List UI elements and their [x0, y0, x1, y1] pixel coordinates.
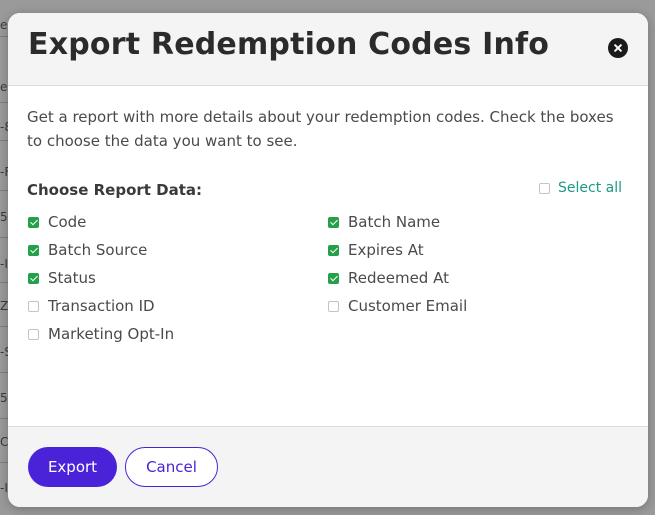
close-icon[interactable]	[608, 38, 628, 58]
option-label[interactable]: Expires At	[348, 241, 424, 259]
background-text-fragment: -I	[0, 257, 8, 271]
option-label[interactable]: Customer Email	[348, 297, 467, 315]
dialog-title: Export Redemption Codes Info	[28, 27, 550, 62]
option-label[interactable]: Transaction ID	[48, 297, 155, 315]
export-button[interactable]: Export	[28, 447, 117, 487]
export-dialog: Export Redemption Codes Info Get a repor…	[8, 13, 648, 507]
section-title: Choose Report Data:	[27, 181, 203, 199]
option-checkbox[interactable]	[28, 300, 39, 312]
select-all-checkbox[interactable]	[539, 182, 550, 194]
option-checkbox[interactable]	[28, 216, 39, 228]
option-code[interactable]: Code	[28, 212, 86, 232]
option-checkbox[interactable]	[328, 244, 339, 256]
option-label[interactable]: Status	[48, 269, 96, 287]
option-checkbox[interactable]	[328, 300, 339, 312]
option-status[interactable]: Status	[28, 268, 96, 288]
option-label[interactable]: Batch Name	[348, 213, 440, 231]
background-text-fragment: -I	[0, 481, 8, 495]
option-checkbox[interactable]	[28, 272, 39, 284]
option-customer-email[interactable]: Customer Email	[328, 296, 467, 316]
option-marketing-opt-in[interactable]: Marketing Opt-In	[28, 324, 174, 344]
option-expires-at[interactable]: Expires At	[328, 240, 424, 260]
option-redeemed-at[interactable]: Redeemed At	[328, 268, 449, 288]
dialog-footer: Export Cancel	[8, 426, 648, 507]
option-checkbox[interactable]	[328, 216, 339, 228]
option-label[interactable]: Redeemed At	[348, 269, 449, 287]
option-checkbox[interactable]	[328, 272, 339, 284]
dialog-description: Get a report with more details about you…	[27, 108, 614, 150]
cancel-button[interactable]: Cancel	[125, 447, 218, 487]
option-transaction-id[interactable]: Transaction ID	[28, 296, 155, 316]
option-batch-source[interactable]: Batch Source	[28, 240, 147, 260]
option-checkbox[interactable]	[28, 244, 39, 256]
background-text-fragment: e	[0, 80, 8, 94]
option-label[interactable]: Batch Source	[48, 241, 147, 259]
dialog-header: Export Redemption Codes Info	[8, 13, 648, 86]
option-label[interactable]: Code	[48, 213, 86, 231]
select-all-toggle[interactable]: Select all	[539, 178, 622, 198]
select-all-label[interactable]: Select all	[558, 180, 622, 196]
option-checkbox[interactable]	[28, 328, 39, 340]
option-label[interactable]: Marketing Opt-In	[48, 325, 174, 343]
option-batch-name[interactable]: Batch Name	[328, 212, 440, 232]
